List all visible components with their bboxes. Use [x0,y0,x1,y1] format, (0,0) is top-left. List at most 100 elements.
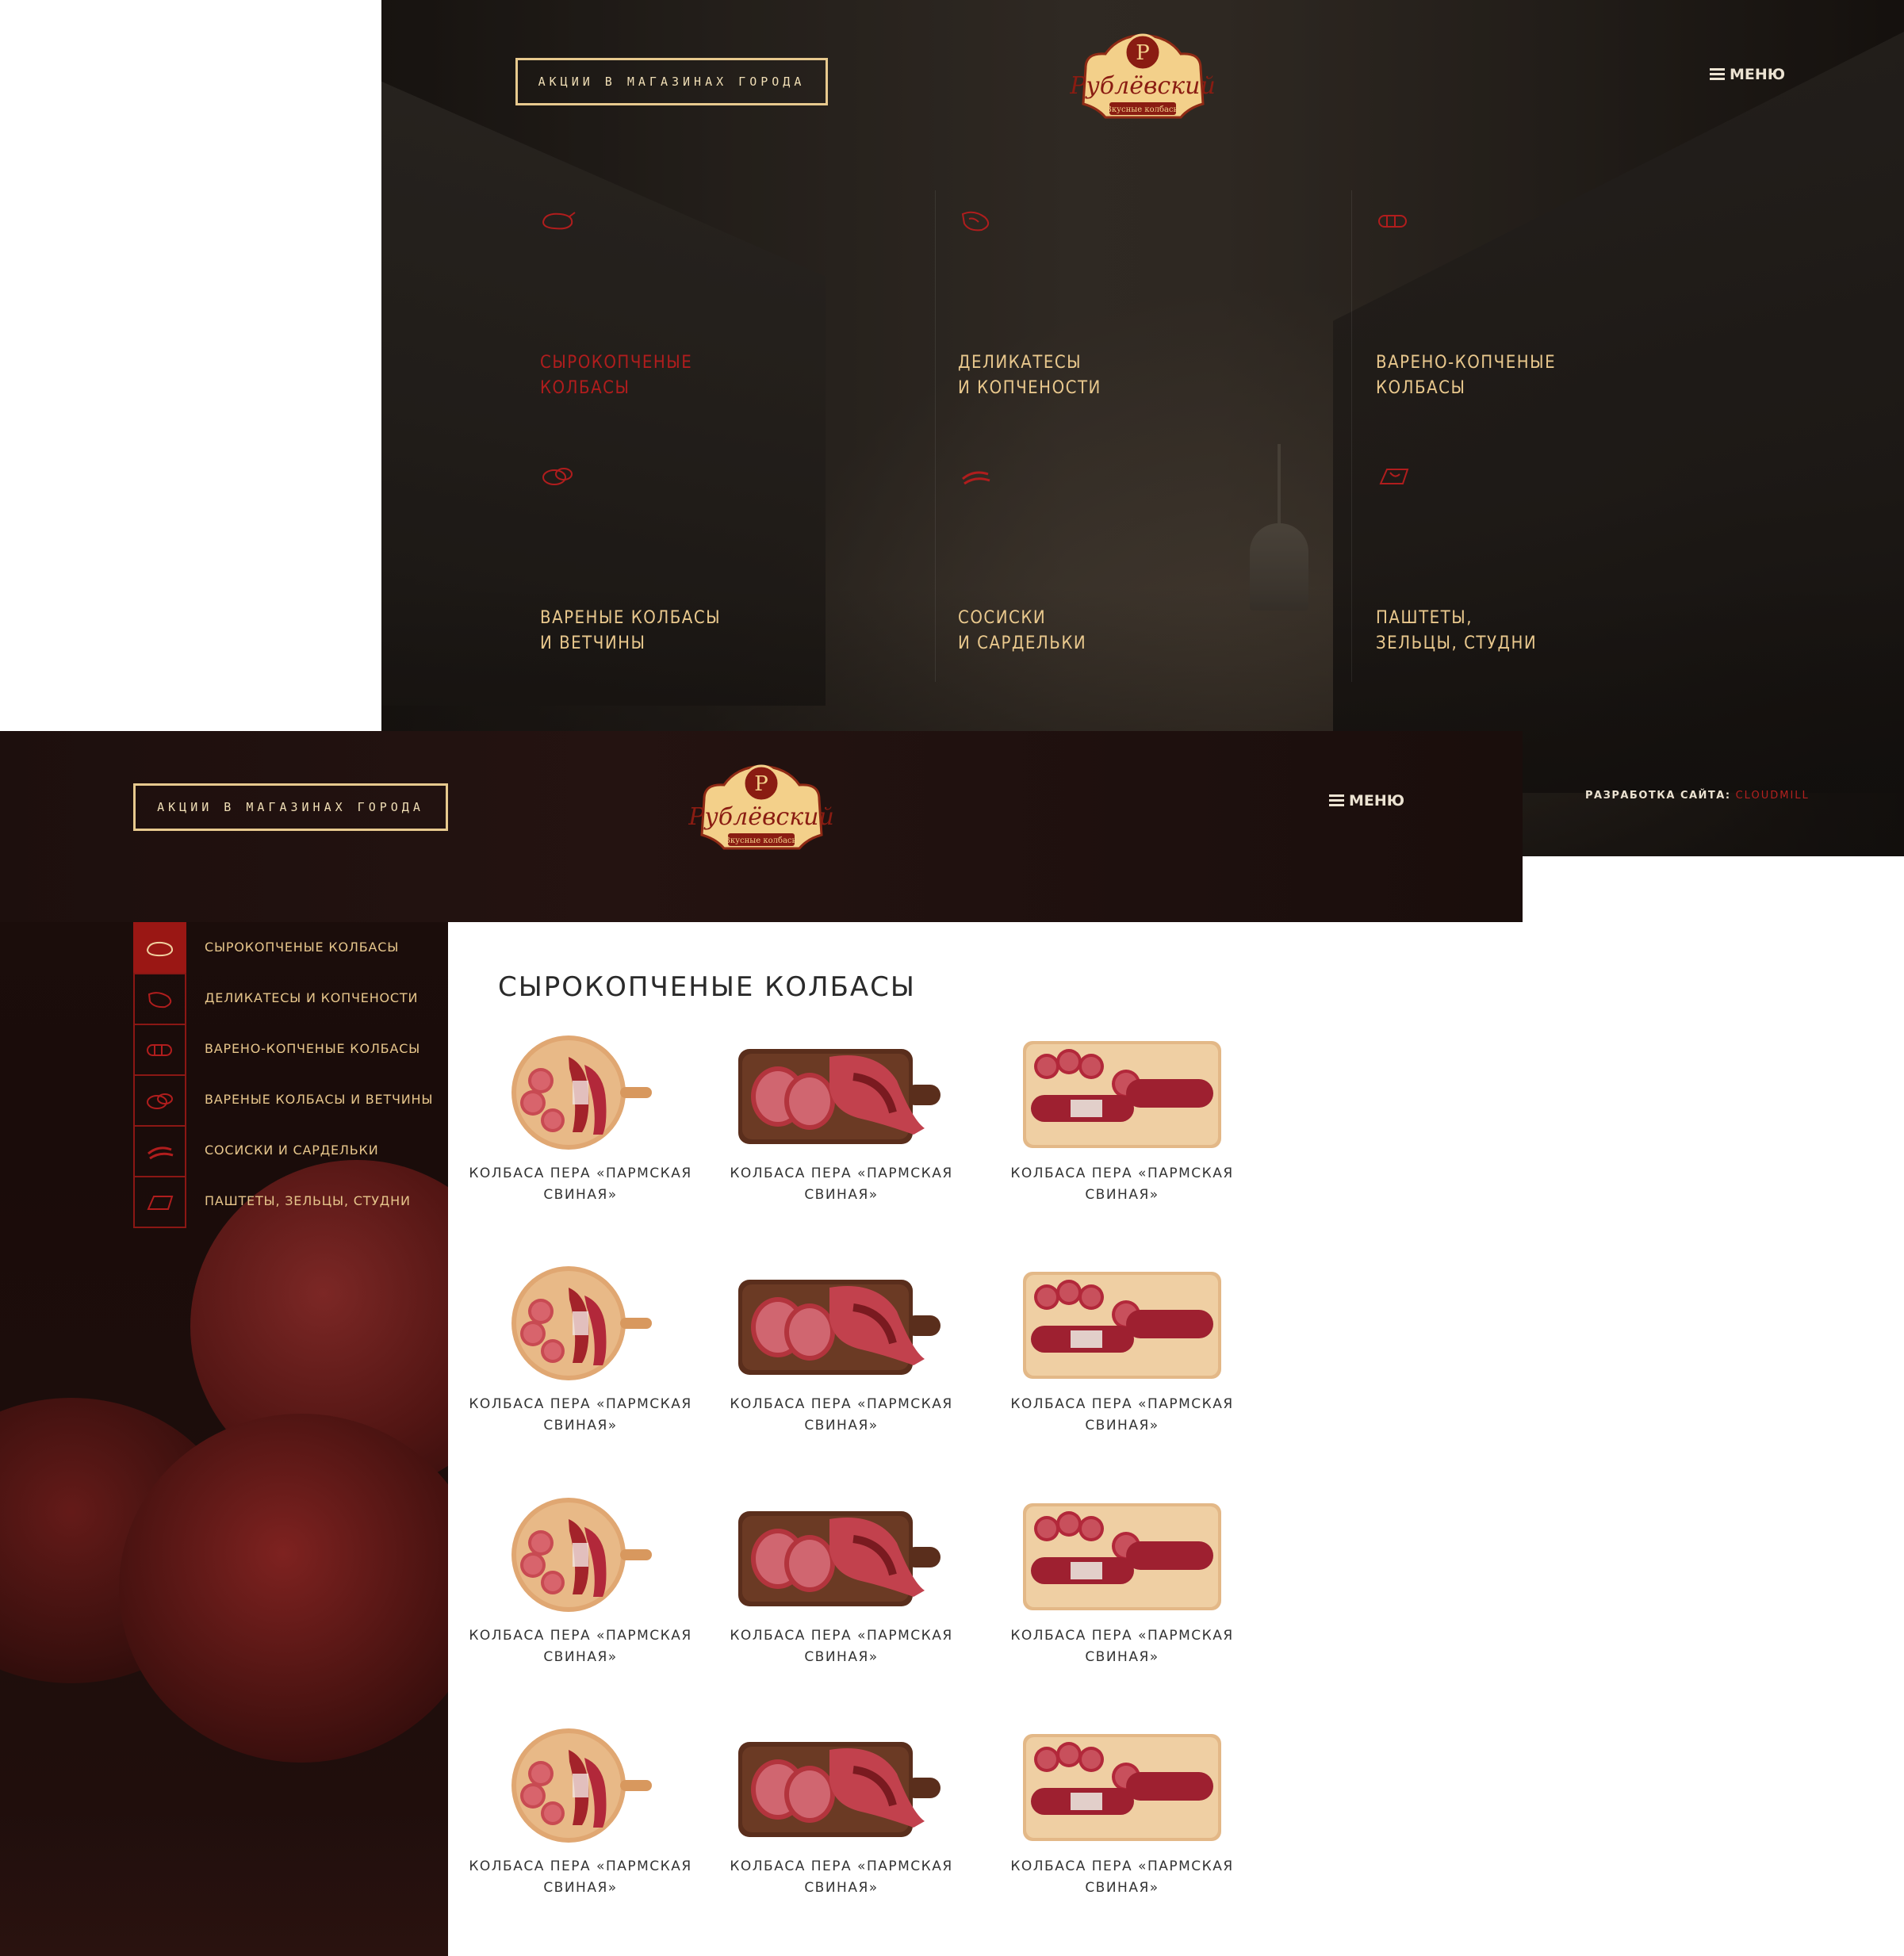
sliced-sausage-icon [542,468,573,485]
developer-link[interactable]: CLOUDMILL [1736,790,1810,802]
product-card[interactable]: КОЛБАСА ПЕРА «ПАРМСКАЯ СВИНАЯ» [714,1033,968,1206]
catalog-content: СЫРОКОПЧЕНЫЕ КОЛБАСЫ КОЛБАСА ПЕРА «ПАРМС… [448,922,1523,1956]
sidebar-label: ПАШТЕТЫ, ЗЕЛЬЦЫ, СТУДНИ [205,1193,411,1208]
product-image[interactable] [1015,1726,1229,1845]
sidebar-icon-box [133,1024,186,1076]
sidebar-label: СОСИСКИ И САРДЕЛЬКИ [205,1143,379,1158]
sidebar-label: СЫРОКОПЧЕНЫЕ КОЛБАСЫ [205,940,400,955]
promo-button[interactable]: АКЦИИ В МАГАЗИНАХ ГОРОДА [515,58,828,105]
brand-logo[interactable]: Р Рублёвский Вкусные колбасы [688,760,835,863]
product-image[interactable] [493,1726,668,1845]
promo-button[interactable]: АКЦИИ В МАГАЗИНАХ ГОРОДА [133,783,448,831]
product-name[interactable]: КОЛБАСА ПЕРА «ПАРМСКАЯ СВИНАЯ» [714,1856,968,1899]
pate-icon [1379,469,1409,484]
svg-text:Р: Р [1136,41,1150,65]
product-card[interactable]: КОЛБАСА ПЕРА «ПАРМСКАЯ СВИНАЯ» [454,1495,707,1668]
sidebar-label: ВАРЕНО-КОПЧЕНЫЕ КОЛБАСЫ [205,1041,421,1056]
sidebar-icon-box [133,1125,186,1177]
catalog-screen: АКЦИИ В МАГАЗИНАХ ГОРОДА Р Рублёвский Вк… [0,731,1523,1956]
category-label: ДЕЛИКАТЕСЫ И КОПЧЕНОСТИ [958,353,1101,398]
developer-label: РАЗРАБОТКА САЙТА: [1585,790,1731,802]
divider [935,190,936,682]
product-name[interactable]: КОЛБАСА ПЕРА «ПАРМСКАЯ СВИНАЯ» [995,1163,1249,1206]
product-card[interactable]: КОЛБАСА ПЕРА «ПАРМСКАЯ СВИНАЯ» [714,1264,968,1437]
svg-text:Р: Р [754,772,768,796]
product-image[interactable] [734,1495,948,1614]
logo-wordmark: Рублёвский [688,803,834,831]
hotdog-icon [962,471,990,485]
category-label: СЫРОКОПЧЕНЫЕ КОЛБАСЫ [540,353,693,398]
menu-button[interactable]: МЕНЮ [1710,66,1785,83]
sidebar-item-pates[interactable]: ПАШТЕТЫ, ЗЕЛЬЦЫ, СТУДНИ [133,1176,448,1228]
home-screen: АКЦИИ В МАГАЗИНАХ ГОРОДА Р Рублёвский Вк… [381,0,1904,856]
product-name[interactable]: КОЛБАСА ПЕРА «ПАРМСКАЯ СВИНАЯ» [995,1856,1249,1899]
product-card[interactable]: КОЛБАСА ПЕРА «ПАРМСКАЯ СВИНАЯ» [995,1033,1249,1206]
product-card[interactable]: КОЛБАСА ПЕРА «ПАРМСКАЯ СВИНАЯ» [714,1726,968,1899]
divider [1351,190,1352,682]
menu-label: МЕНЮ [1730,66,1786,83]
product-name[interactable]: КОЛБАСА ПЕРА «ПАРМСКАЯ СВИНАЯ» [714,1163,968,1206]
sausage-icon [1378,215,1407,228]
product-card[interactable]: КОЛБАСА ПЕРА «ПАРМСКАЯ СВИНАЯ» [995,1264,1249,1437]
product-image[interactable] [1015,1033,1229,1152]
product-name[interactable]: КОЛБАСА ПЕРА «ПАРМСКАЯ СВИНАЯ» [714,1394,968,1437]
product-name[interactable]: КОЛБАСА ПЕРА «ПАРМСКАЯ СВИНАЯ» [454,1625,707,1668]
sidebar-icon-box [133,973,186,1025]
category-label: ВАРЕНЫЕ КОЛБАСЫ И ВЕТЧИНЫ [540,608,722,653]
product-image[interactable] [734,1033,948,1152]
category-label: ВАРЕНО-КОПЧЕНЫЕ КОЛБАСЫ [1376,353,1557,398]
product-name[interactable]: КОЛБАСА ПЕРА «ПАРМСКАЯ СВИНАЯ» [995,1625,1249,1668]
sliced-sausage-icon [146,1093,173,1109]
product-card[interactable]: КОЛБАСА ПЕРА «ПАРМСКАЯ СВИНАЯ» [454,1726,707,1899]
logo-tagline: Вкусные колбасы [725,836,799,845]
sausage-icon [146,1044,172,1056]
hamburger-icon [1329,794,1344,807]
sidebar-item-raw-smoked[interactable]: СЫРОКОПЧЕНЫЕ КОЛБАСЫ [133,922,448,974]
logo-emblem: Р Рублёвский Вкусные колбасы [1069,33,1216,119]
product-image[interactable] [734,1264,948,1383]
catalog-header: АКЦИИ В МАГАЗИНАХ ГОРОДА Р Рублёвский Вк… [0,731,1523,922]
product-image[interactable] [493,1495,668,1614]
product-image[interactable] [734,1726,948,1845]
product-name[interactable]: КОЛБАСА ПЕРА «ПАРМСКАЯ СВИНАЯ» [995,1394,1249,1437]
hamburger-icon [1710,68,1725,81]
developer-credit: РАЗРАБОТКА САЙТА: CLOUDMILL [1585,790,1810,802]
sidebar-icon-box [133,922,186,974]
sidebar-item-boiled[interactable]: ВАРЕНЫЕ КОЛБАСЫ И ВЕТЧИНЫ [133,1074,448,1127]
product-card[interactable]: КОЛБАСА ПЕРА «ПАРМСКАЯ СВИНАЯ» [714,1495,968,1668]
menu-button[interactable]: МЕНЮ [1329,792,1404,810]
salami-icon [542,212,576,230]
logo-wordmark: Рублёвский [1070,72,1216,100]
pate-icon [146,1196,173,1210]
sidebar-icon-box [133,1074,186,1127]
hotdog-icon [147,1146,173,1160]
logo-tagline: Вкусные колбасы [1106,105,1180,114]
product-card[interactable]: КОЛБАСА ПЕРА «ПАРМСКАЯ СВИНАЯ» [995,1726,1249,1899]
product-image[interactable] [1015,1495,1229,1614]
table-surface [0,1813,448,1956]
ham-icon [147,992,171,1009]
sidebar-item-delicacies[interactable]: ДЕЛИКАТЕСЫ И КОПЧЕНОСТИ [133,973,448,1025]
sidebar-label: ДЕЛИКАТЕСЫ И КОПЧЕНОСТИ [205,990,419,1005]
product-card[interactable]: КОЛБАСА ПЕРА «ПАРМСКАЯ СВИНАЯ» [454,1264,707,1437]
menu-label: МЕНЮ [1349,792,1405,810]
product-card[interactable]: КОЛБАСА ПЕРА «ПАРМСКАЯ СВИНАЯ» [995,1495,1249,1668]
product-name[interactable]: КОЛБАСА ПЕРА «ПАРМСКАЯ СВИНАЯ» [454,1856,707,1899]
product-name[interactable]: КОЛБАСА ПЕРА «ПАРМСКАЯ СВИНАЯ» [454,1394,707,1437]
page-title: СЫРОКОПЧЕНЫЕ КОЛБАСЫ [498,971,916,1003]
product-image[interactable] [493,1264,668,1383]
product-card[interactable]: КОЛБАСА ПЕРА «ПАРМСКАЯ СВИНАЯ» [454,1033,707,1206]
product-name[interactable]: КОЛБАСА ПЕРА «ПАРМСКАЯ СВИНАЯ» [714,1625,968,1668]
sidebar-item-sausages[interactable]: СОСИСКИ И САРДЕЛЬКИ [133,1125,448,1177]
salami-icon [146,941,173,957]
product-name[interactable]: КОЛБАСА ПЕРА «ПАРМСКАЯ СВИНАЯ» [454,1163,707,1206]
product-image[interactable] [493,1033,668,1152]
sidebar-item-cooked-smoked[interactable]: ВАРЕНО-КОПЧЕНЫЕ КОЛБАСЫ [133,1024,448,1076]
sidebar-label: ВАРЕНЫЕ КОЛБАСЫ И ВЕТЧИНЫ [205,1092,434,1107]
catalog-sidebar: СЫРОКОПЧЕНЫЕ КОЛБАСЫ ДЕЛИКАТЕСЫ И КОПЧЕН… [0,922,448,1956]
brand-logo[interactable]: Р Рублёвский Вкусные колбасы [1069,29,1216,132]
sidebar-icon-box [133,1176,186,1228]
product-image[interactable] [1015,1264,1229,1383]
logo-emblem: Р Рублёвский Вкусные колбасы [688,764,834,850]
category-label: СОСИСКИ И САРДЕЛЬКИ [958,608,1087,653]
